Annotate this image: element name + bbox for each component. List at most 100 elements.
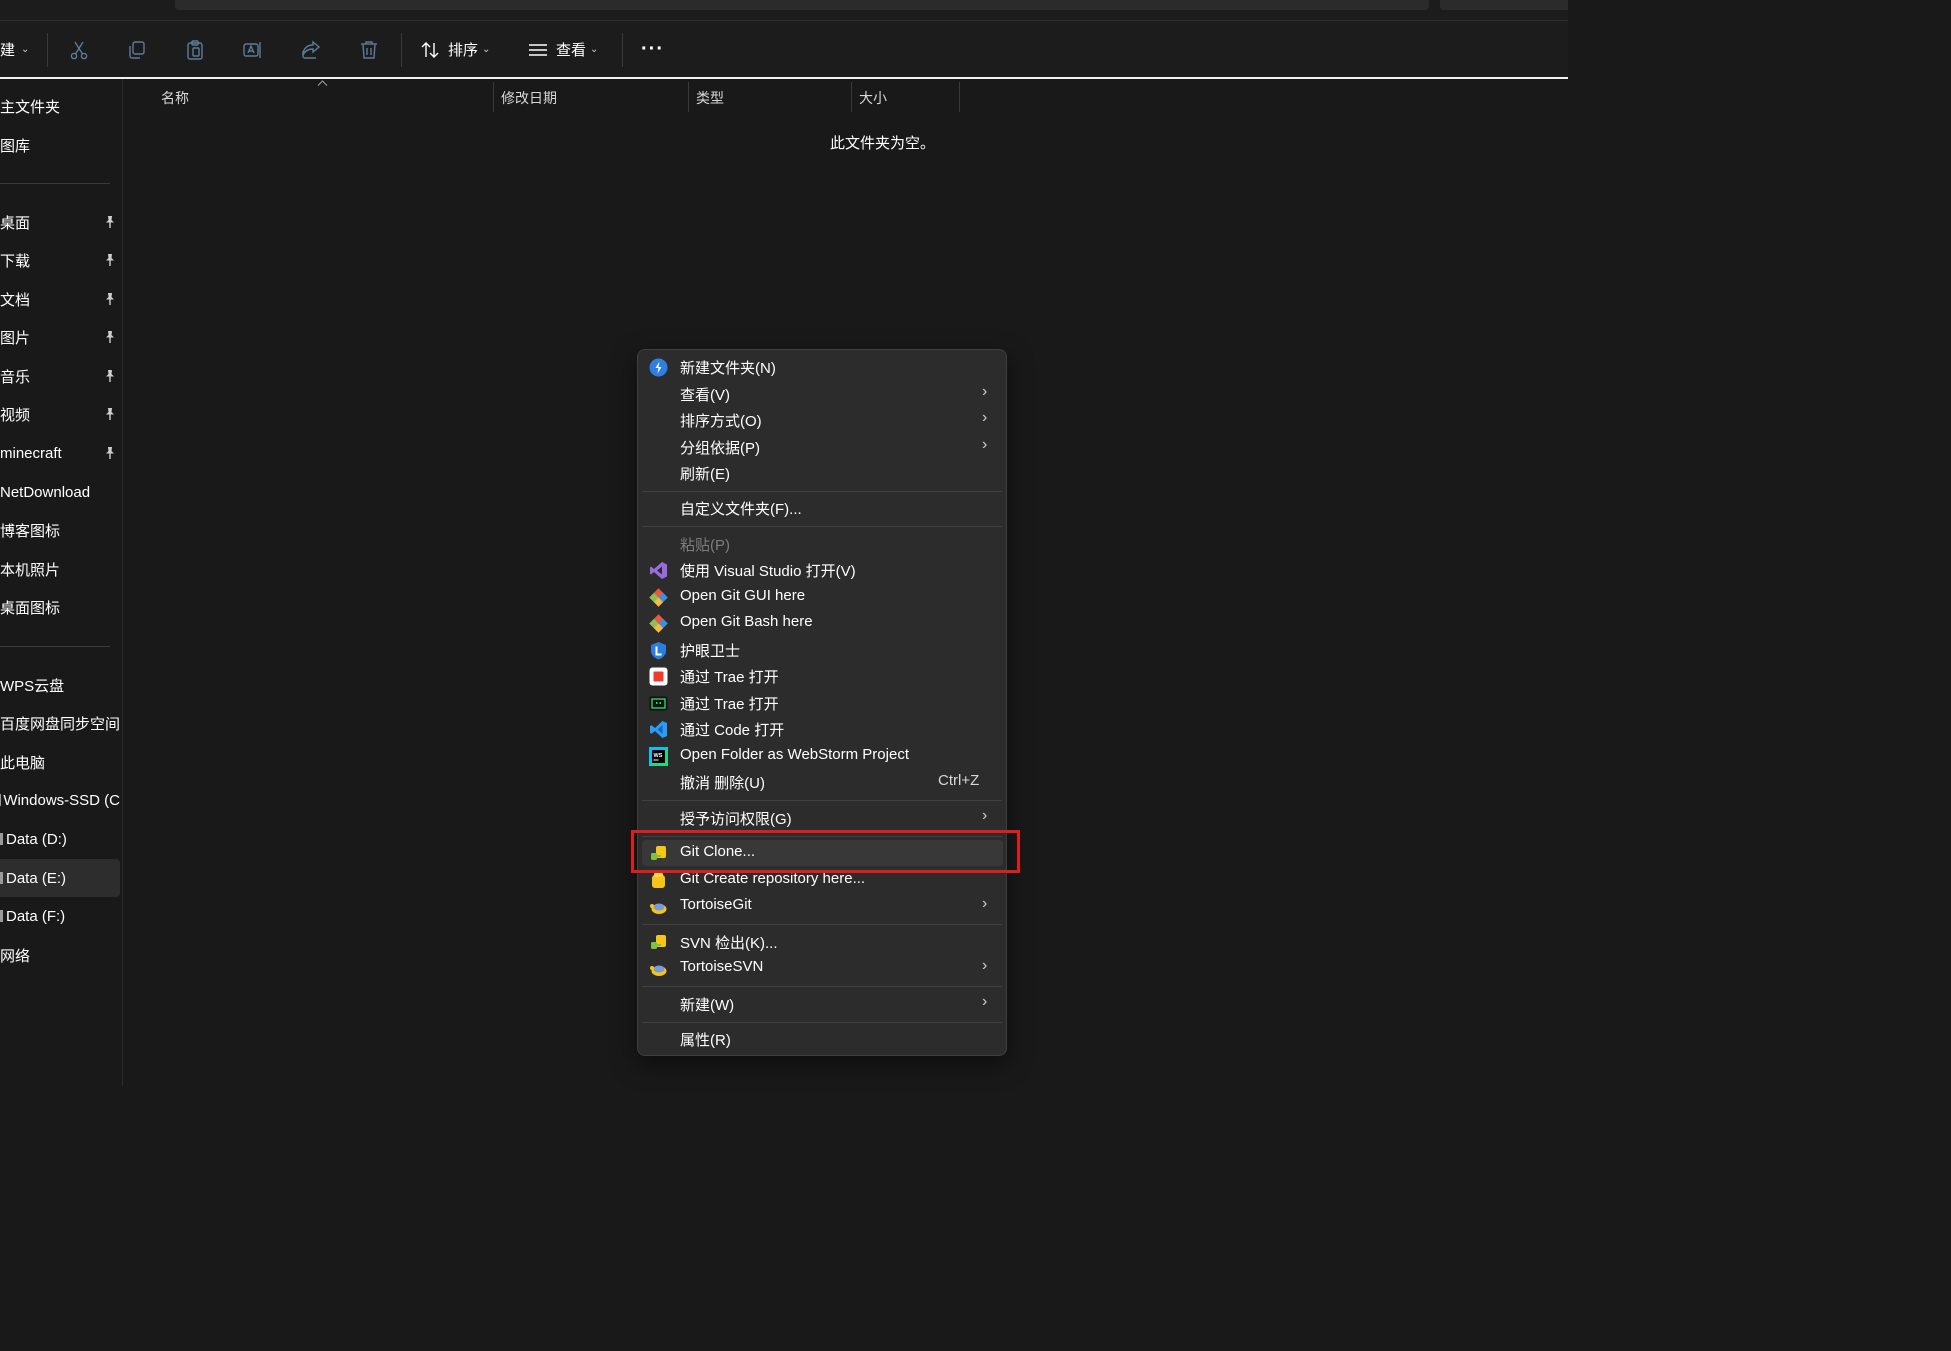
column-separator[interactable] bbox=[688, 82, 689, 112]
nav-item-label: Data (E:) bbox=[6, 869, 67, 887]
view-label: 查看 bbox=[556, 42, 587, 59]
menu-separator bbox=[642, 986, 1002, 987]
menu-item-properties[interactable]: 属性(R) bbox=[638, 1026, 1006, 1052]
toolbar-separator bbox=[47, 33, 48, 67]
menu-item-open-code[interactable]: 通过 Code 打开 bbox=[638, 716, 1006, 742]
menu-item-grant-access[interactable]: 授予访问权限(G) › bbox=[638, 805, 1006, 831]
menu-item-svn-checkout[interactable]: SVN 检出(K)... bbox=[638, 929, 1006, 955]
column-separator[interactable] bbox=[493, 82, 494, 112]
nav-item-desktop-icons[interactable]: 桌面图标 bbox=[0, 588, 120, 626]
vscode-icon bbox=[650, 721, 667, 738]
nav-item-label: 本机照片 bbox=[0, 561, 61, 579]
column-header-type[interactable]: 类型 bbox=[696, 83, 724, 113]
nav-item-gallery[interactable]: 图库 bbox=[0, 126, 120, 164]
menu-item-view[interactable]: 查看(V) › bbox=[638, 381, 1006, 407]
git-icon bbox=[649, 588, 668, 607]
nav-item-label: 音乐 bbox=[0, 368, 31, 386]
menu-item-new-folder[interactable]: 新建文件夹(N) bbox=[638, 354, 1006, 380]
menu-item-tortoisesvn[interactable]: TortoiseSVN › bbox=[638, 955, 1006, 981]
menu-item-label: Open Git Bash here bbox=[680, 613, 813, 630]
nav-item-minecraft[interactable]: minecraft bbox=[0, 434, 120, 472]
trash-icon bbox=[361, 40, 377, 59]
menu-item-customize-folder[interactable]: 自定义文件夹(F)... bbox=[638, 495, 1006, 521]
pin-icon[interactable] bbox=[104, 253, 116, 267]
nav-item-videos[interactable]: 视频 bbox=[0, 395, 120, 433]
menu-item-group-by[interactable]: 分组依据(P) › bbox=[638, 434, 1006, 460]
pin-icon[interactable] bbox=[104, 407, 116, 421]
nav-item-home[interactable]: 主文件夹 bbox=[0, 87, 120, 125]
nav-item-baidu-sync[interactable]: 百度网盘同步空间 bbox=[0, 704, 120, 742]
column-header-size[interactable]: 大小 bbox=[859, 83, 887, 113]
nav-item-label: 百度网盘同步空间 bbox=[0, 715, 121, 733]
pin-icon[interactable] bbox=[104, 215, 116, 229]
nav-item-blog-icons[interactable]: 博客图标 bbox=[0, 511, 120, 549]
nav-item-pictures[interactable]: 图片 bbox=[0, 318, 120, 356]
visual-studio-icon bbox=[650, 562, 667, 579]
menu-item-label: 粘贴(P) bbox=[680, 537, 730, 554]
menu-item-label: TortoiseGit bbox=[680, 896, 752, 913]
navigation-pane: 主文件夹 图库 桌面 下载 文档 图片 音乐 视频 minecraft NetD… bbox=[0, 79, 122, 1086]
more-icon: ··· bbox=[641, 38, 664, 60]
nav-item-documents[interactable]: 文档 bbox=[0, 280, 120, 318]
pin-icon[interactable] bbox=[104, 292, 116, 306]
chevron-right-icon: › bbox=[982, 993, 988, 1010]
nav-item-label: Data (D:) bbox=[6, 830, 67, 848]
column-header-name[interactable]: 名称 bbox=[161, 83, 189, 113]
new-button[interactable]: 建 ⌄ bbox=[0, 21, 29, 78]
share-button[interactable] bbox=[300, 21, 322, 78]
menu-item-eye-guard[interactable]: 护眼卫士 bbox=[638, 637, 1006, 663]
pin-icon[interactable] bbox=[104, 330, 116, 344]
menu-item-undo-delete[interactable]: 撤消 删除(U) Ctrl+Z bbox=[638, 769, 1006, 795]
paste-button[interactable] bbox=[184, 21, 206, 78]
column-header-label: 大小 bbox=[859, 90, 887, 106]
cut-button[interactable] bbox=[68, 21, 90, 78]
copy-button[interactable] bbox=[126, 21, 148, 78]
toolbar-accent-line bbox=[0, 77, 1568, 79]
menu-item-label: 撤消 删除(U) bbox=[680, 775, 765, 792]
delete-button[interactable] bbox=[358, 21, 380, 78]
menu-item-open-git-bash[interactable]: Open Git Bash here bbox=[638, 610, 1006, 636]
menu-item-open-trae-cn[interactable]: 通过 Trae 打开 bbox=[638, 690, 1006, 716]
menu-item-label: 通过 Trae 打开 bbox=[680, 696, 779, 713]
chevron-right-icon: › bbox=[982, 383, 988, 400]
column-separator[interactable] bbox=[959, 82, 960, 112]
rename-button[interactable] bbox=[242, 21, 264, 78]
menu-item-new[interactable]: 新建(W) › bbox=[638, 991, 1006, 1017]
pin-icon[interactable] bbox=[104, 446, 116, 460]
nav-item-netdownload[interactable]: NetDownload bbox=[0, 473, 120, 511]
nav-item-music[interactable]: 音乐 bbox=[0, 357, 120, 395]
nav-item-label: Data (F:) bbox=[6, 907, 66, 925]
menu-item-refresh[interactable]: 刷新(E) bbox=[638, 460, 1006, 486]
pin-icon[interactable] bbox=[104, 369, 116, 383]
nav-item-drive-d[interactable]: Data (D:) bbox=[0, 820, 120, 858]
menu-item-open-visual-studio[interactable]: 使用 Visual Studio 打开(V) bbox=[638, 557, 1006, 583]
nav-item-network[interactable]: 网络 bbox=[0, 936, 120, 974]
nav-item-this-pc[interactable]: 此电脑 bbox=[0, 743, 120, 781]
address-bar[interactable] bbox=[175, 0, 1429, 10]
view-button[interactable]: 查看 ⌄ bbox=[528, 21, 598, 78]
sort-button[interactable]: 排序 ⌄ bbox=[420, 21, 490, 78]
nav-item-drive-c[interactable]: Windows-SSD (C bbox=[0, 781, 120, 819]
nav-item-label: 图片 bbox=[0, 329, 31, 347]
column-separator[interactable] bbox=[851, 82, 852, 112]
toolbar-separator bbox=[622, 33, 623, 67]
nav-item-desktop[interactable]: 桌面 bbox=[0, 203, 120, 241]
more-options-button[interactable]: ··· bbox=[641, 21, 664, 78]
search-box[interactable] bbox=[1440, 0, 1568, 10]
nav-item-wps-cloud[interactable]: WPS云盘 bbox=[0, 666, 120, 704]
nav-item-drive-e[interactable]: Data (E:) bbox=[0, 859, 120, 897]
menu-separator bbox=[642, 1022, 1002, 1023]
share-icon bbox=[302, 40, 321, 59]
menu-item-paste: 粘贴(P) bbox=[638, 531, 1006, 557]
menu-item-open-trae[interactable]: 通过 Trae 打开 bbox=[638, 663, 1006, 689]
menu-item-tortoisegit[interactable]: TortoiseGit › bbox=[638, 893, 1006, 919]
menu-item-sort-by[interactable]: 排序方式(O) › bbox=[638, 407, 1006, 433]
title-bar bbox=[0, 0, 1568, 20]
nav-item-label: 下载 bbox=[0, 252, 31, 270]
nav-item-local-photos[interactable]: 本机照片 bbox=[0, 550, 120, 588]
column-header-date-modified[interactable]: 修改日期 bbox=[501, 83, 557, 113]
menu-item-open-git-gui[interactable]: Open Git GUI here bbox=[638, 584, 1006, 610]
nav-item-drive-f[interactable]: Data (F:) bbox=[0, 897, 120, 935]
nav-item-downloads[interactable]: 下载 bbox=[0, 241, 120, 279]
menu-item-open-webstorm[interactable]: WS Open Folder as WebStorm Project bbox=[638, 743, 1006, 769]
